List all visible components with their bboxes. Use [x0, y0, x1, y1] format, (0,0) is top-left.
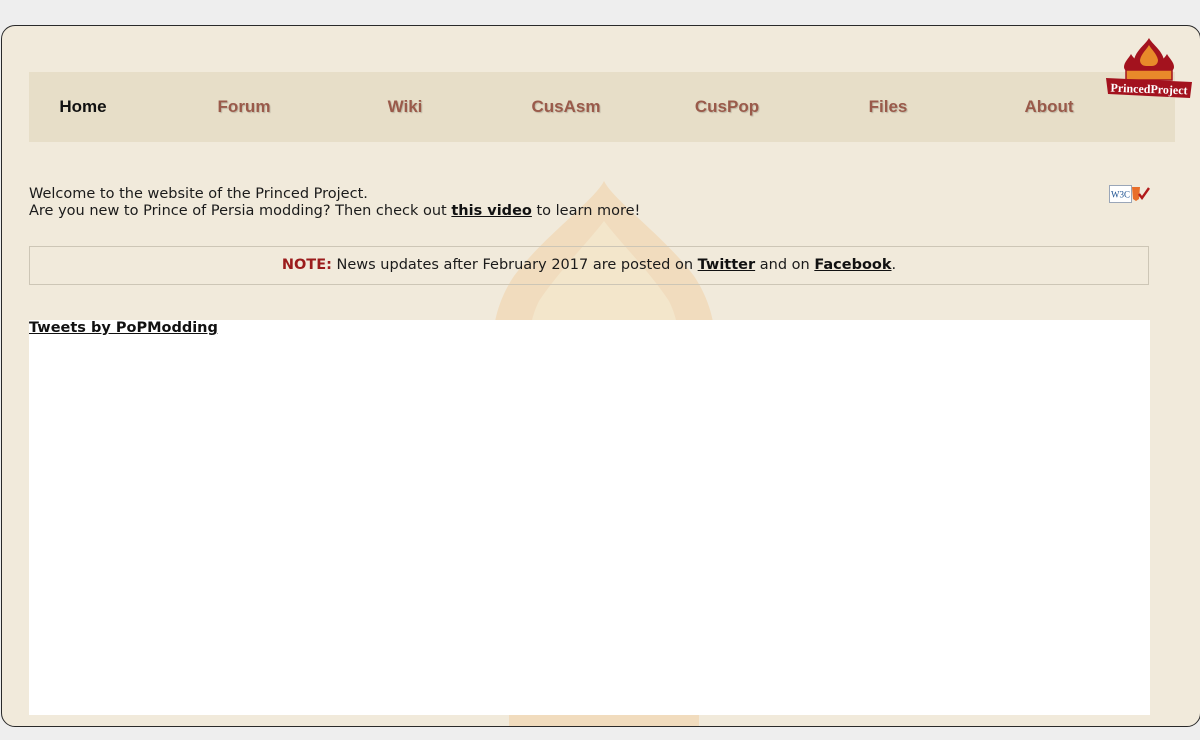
facebook-link[interactable]: Facebook: [814, 257, 891, 273]
this-video-link[interactable]: this video: [451, 203, 532, 219]
main-nav: Home Forum Wiki CusAsm CusPop Files Abou…: [29, 72, 1175, 142]
logo-text: PrincedProject: [1110, 81, 1188, 98]
nav-item-cuspop[interactable]: CusPop: [657, 72, 797, 142]
twitter-timeline-embed: Tweets by PoPModding: [29, 320, 1150, 715]
nav-item-wiki[interactable]: Wiki: [335, 72, 475, 142]
nav-item-files[interactable]: Files: [818, 72, 958, 142]
welcome-text: Welcome to the website of the Princed Pr…: [29, 186, 640, 220]
tweets-by-popmodding-link[interactable]: Tweets by PoPModding: [29, 320, 218, 337]
w3c-badge-text: W3C: [1111, 190, 1130, 200]
note-text-after: .: [891, 257, 897, 273]
nav-item-cusasm[interactable]: CusAsm: [496, 72, 636, 142]
page-container: Home Forum Wiki CusAsm CusPop Files Abou…: [1, 25, 1200, 727]
nav-item-home[interactable]: Home: [13, 72, 153, 142]
welcome-line-2-before: Are you new to Prince of Persia modding?…: [29, 203, 452, 219]
nav-item-about[interactable]: About: [979, 72, 1119, 142]
welcome-line-2-after: to learn more!: [531, 203, 641, 219]
note-label: NOTE:: [281, 257, 332, 273]
princed-project-logo[interactable]: PrincedProject: [1104, 36, 1194, 104]
w3c-html5-valid-icon[interactable]: W3C: [1109, 185, 1151, 203]
nav-item-forum[interactable]: Forum: [174, 72, 314, 142]
note-text-before: News updates after February 2017 are pos…: [331, 257, 698, 273]
note-text-middle: and on: [755, 257, 815, 273]
welcome-line-2: Are you new to Prince of Persia modding?…: [29, 203, 640, 220]
welcome-line-1: Welcome to the website of the Princed Pr…: [29, 186, 368, 202]
news-note-box: NOTE: News updates after February 2017 a…: [29, 246, 1149, 285]
twitter-link[interactable]: Twitter: [698, 257, 756, 273]
